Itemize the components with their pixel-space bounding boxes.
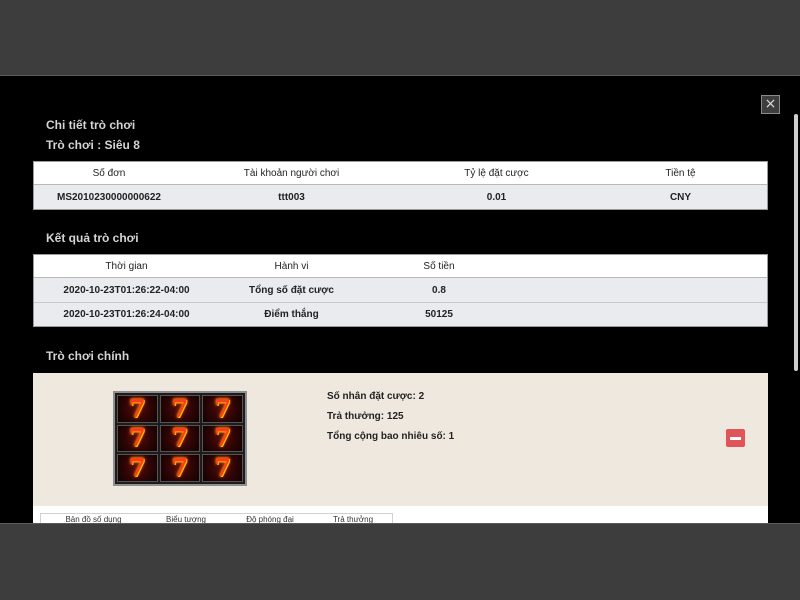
- scrollbar[interactable]: [794, 114, 798, 371]
- currency: CNY: [669, 191, 692, 203]
- slot-reels: 7 7 7 7 7 7 7 7 7: [113, 391, 247, 486]
- result-section-title: Kết quả trò chơi: [46, 231, 139, 245]
- bet-rate: 0.01: [486, 191, 507, 203]
- column-header: Số đơn: [92, 167, 126, 179]
- detail-table-header: Bản đồ số dụng Biểu tượng Độ phóng đại T…: [40, 513, 393, 524]
- player-account: ttt003: [278, 191, 305, 203]
- main-game-panel: 7 7 7 7 7 7 7 7 7 Số nhân đặt cược: 2 Tr…: [33, 373, 768, 506]
- column-header: Tài khoản người chơi: [243, 167, 340, 179]
- game-name: Trò chơi : Siêu 8: [46, 138, 140, 152]
- time-cell: 2020-10-23T01:26:24-04:00: [63, 309, 190, 320]
- order-id: MS2010230000000622: [57, 191, 161, 203]
- amount-cell: 0.8: [432, 284, 446, 296]
- reel-symbol: 7: [159, 424, 201, 453]
- payout: Trả thưởng: 125: [327, 411, 404, 422]
- table-row: MS2010230000000622 ttt003 0.01 CNY: [34, 185, 767, 209]
- minus-icon[interactable]: [726, 429, 745, 447]
- column-header: Tỷ lệ đặt cược: [464, 167, 529, 179]
- reel-symbol: 7: [159, 395, 201, 423]
- bet-multiplier: Số nhân đặt cược: 2: [327, 391, 425, 402]
- total-count: Tổng cộng bao nhiêu số: 1: [327, 431, 455, 442]
- reel-symbol: 7: [202, 395, 243, 423]
- close-button[interactable]: ×: [761, 95, 780, 114]
- column-header: Thời gian: [105, 260, 148, 272]
- action-cell: Điểm thắng: [264, 309, 319, 320]
- column-header: Biểu tượng: [166, 515, 206, 524]
- table-header-row: Số đơn Tài khoản người chơi Tỷ lệ đặt cư…: [34, 162, 767, 185]
- column-header: Số tiền: [423, 260, 455, 272]
- column-header: Hành vi: [274, 260, 309, 272]
- reel-symbol: 7: [202, 454, 243, 482]
- table-header-row: Thời gian Hành vi Số tiền: [34, 255, 767, 278]
- column-header: Độ phóng đại: [246, 515, 294, 524]
- table-row: 2020-10-23T01:26:24-04:00 Điểm thắng 501…: [34, 302, 767, 326]
- column-header: Tiền tệ: [665, 167, 696, 179]
- column-header: Bản đồ số dụng: [65, 515, 122, 524]
- reel-symbol: 7: [117, 424, 158, 453]
- reel-symbol: 7: [117, 395, 158, 423]
- detail-section: Bản đồ số dụng Biểu tượng Độ phóng đại T…: [33, 506, 768, 524]
- main-game-title: Trò chơi chính: [46, 349, 130, 363]
- amount-cell: 50125: [425, 309, 453, 320]
- reel-symbol: 7: [159, 454, 201, 482]
- order-table: Số đơn Tài khoản người chơi Tỷ lệ đặt cư…: [33, 161, 768, 210]
- table-row: 2020-10-23T01:26:22-04:00 Tổng số đặt cư…: [34, 278, 767, 302]
- modal-title: Chi tiết trò chơi: [46, 118, 136, 132]
- column-header: Trả thưởng: [332, 515, 374, 524]
- reel-symbol: 7: [202, 424, 243, 453]
- game-detail-modal: × Chi tiết trò chơi Trò chơi : Siêu 8 Số…: [0, 75, 800, 524]
- action-cell: Tổng số đặt cược: [249, 284, 334, 296]
- reel-symbol: 7: [117, 454, 158, 482]
- time-cell: 2020-10-23T01:26:22-04:00: [63, 284, 190, 296]
- result-table: Thời gian Hành vi Số tiền 2020-10-23T01:…: [33, 254, 768, 327]
